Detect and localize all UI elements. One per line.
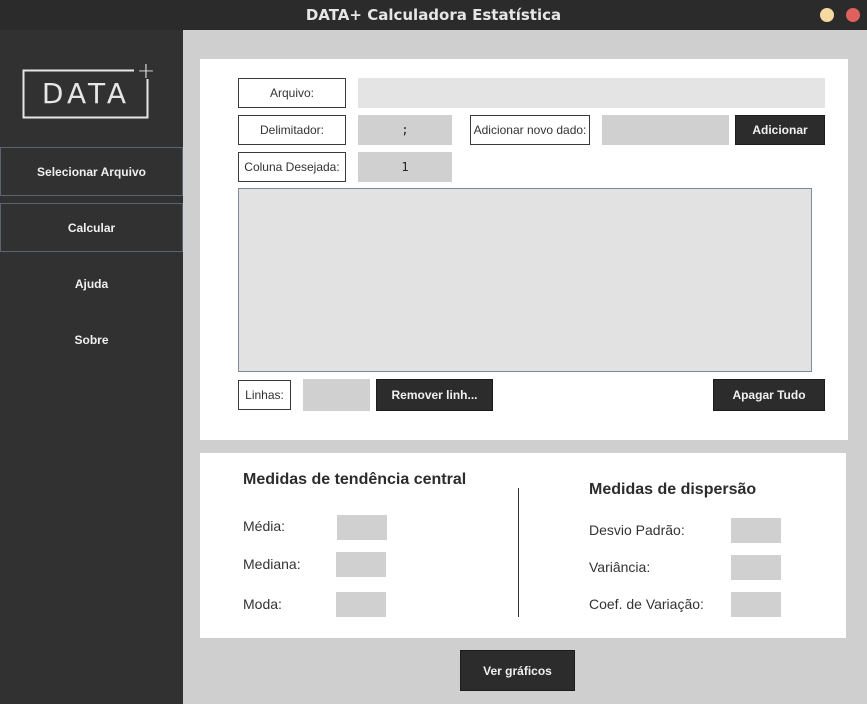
variance-value	[731, 555, 781, 580]
file-label: Arquivo:	[238, 78, 346, 108]
new-data-label: Adicionar novo dado:	[470, 115, 590, 145]
cv-value	[731, 592, 781, 617]
data-text-area[interactable]	[238, 188, 812, 372]
file-path-field[interactable]	[358, 78, 825, 108]
sidebar: DATA + Selecionar Arquivo Calcular Ajuda…	[0, 30, 183, 704]
median-value	[336, 552, 386, 577]
delimiter-field[interactable]: ;	[358, 115, 452, 145]
dispersion-title: Medidas de dispersão	[589, 481, 757, 498]
mean-label: Média:	[243, 518, 286, 534]
sidebar-item-selecionar-arquivo[interactable]: Selecionar Arquivo	[0, 147, 183, 196]
section-divider	[518, 488, 519, 617]
close-button[interactable]	[846, 8, 860, 22]
remove-line-button[interactable]: Remover linh...	[376, 379, 493, 411]
column-label: Coluna Desejada:	[238, 152, 346, 182]
central-tendency-title: Medidas de tendência central	[243, 471, 467, 488]
delimiter-label: Delimitador:	[238, 115, 346, 145]
stddev-value	[731, 518, 781, 543]
minimize-button[interactable]	[820, 8, 834, 22]
variance-label: Variância:	[589, 559, 651, 575]
cv-label: Coef. de Variação:	[589, 596, 704, 612]
window-title: DATA+ Calculadora Estatística	[305, 6, 562, 24]
lines-label: Linhas:	[238, 380, 291, 410]
mean-value	[337, 515, 387, 540]
stddev-label: Desvio Padrão:	[589, 522, 685, 538]
sidebar-item-ajuda[interactable]: Ajuda	[0, 259, 183, 308]
mode-value	[336, 592, 386, 617]
sidebar-item-calcular[interactable]: Calcular	[0, 203, 183, 252]
data-plus-logo: DATA +	[22, 63, 155, 119]
median-label: Mediana:	[243, 556, 301, 572]
logo-text: DATA	[42, 77, 130, 110]
new-data-field[interactable]	[602, 115, 729, 145]
lines-field[interactable]	[303, 379, 370, 411]
title-bar: DATA+ Calculadora Estatística	[0, 0, 867, 30]
mode-label: Moda:	[243, 596, 282, 612]
clear-all-button[interactable]: Apagar Tudo	[713, 379, 825, 411]
logo-plus: +	[137, 63, 155, 84]
view-charts-button[interactable]: Ver gráficos	[460, 650, 575, 691]
add-button[interactable]: Adicionar	[735, 115, 825, 145]
sidebar-item-sobre[interactable]: Sobre	[0, 315, 183, 364]
column-field[interactable]: 1	[358, 152, 452, 182]
